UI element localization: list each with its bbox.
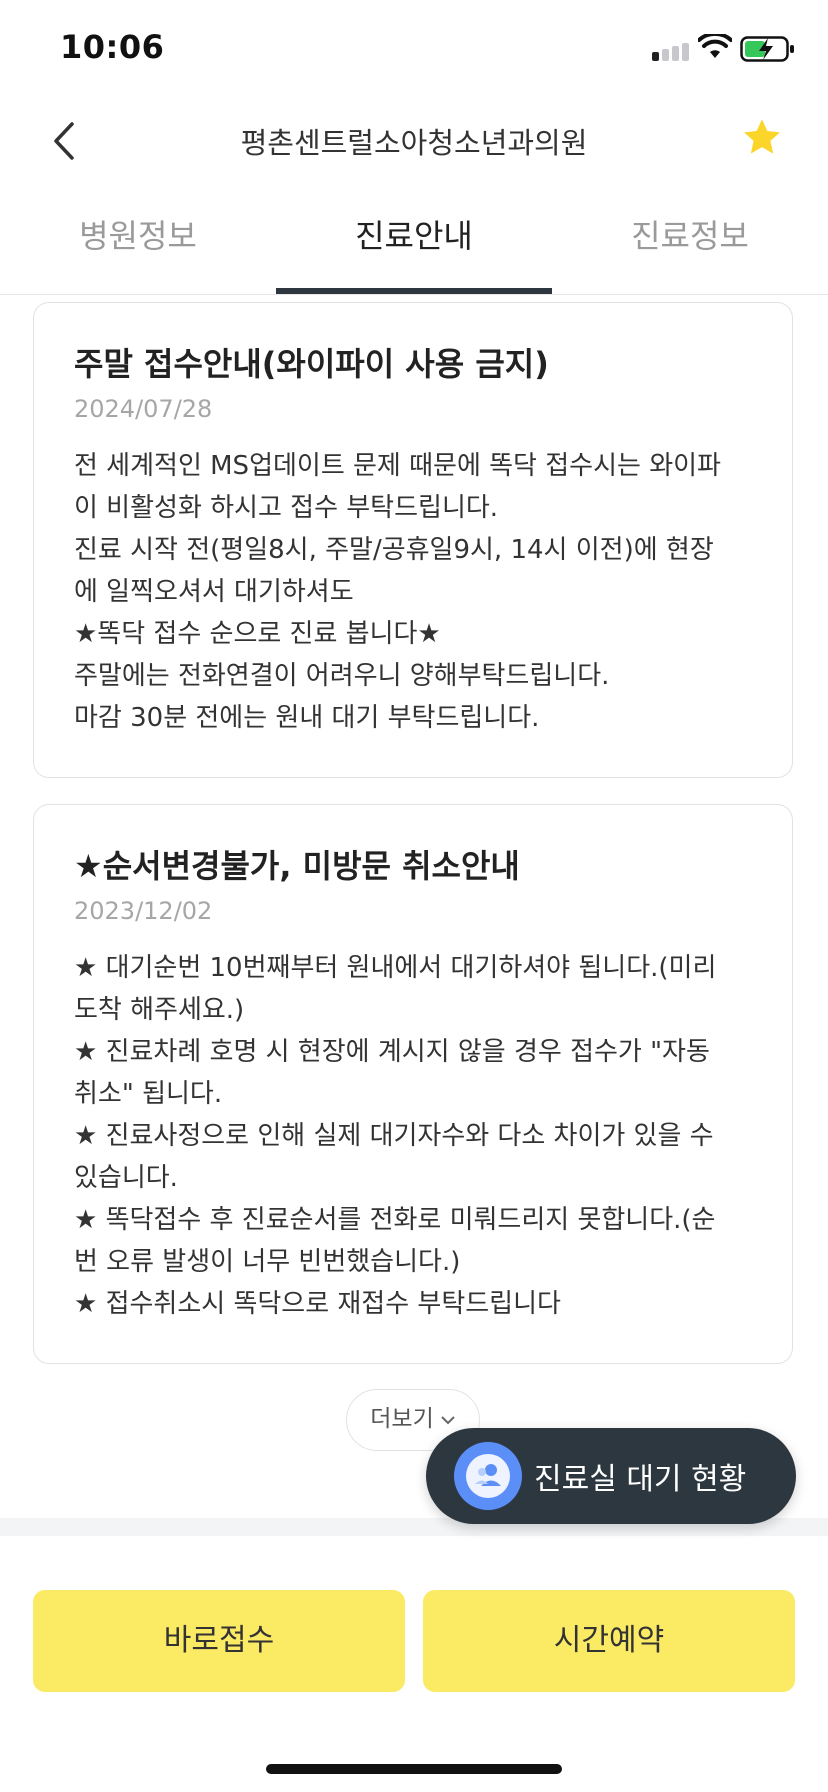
waiting-person-icon — [454, 1442, 522, 1510]
notice-body: 전 세계적인 MS업데이트 문제 때문에 똑닥 접수시는 와이파 이 비활성화 … — [74, 445, 764, 739]
favorite-star-icon[interactable] — [740, 116, 784, 160]
cellular-signal-icon — [652, 43, 692, 61]
chevron-down-icon — [441, 1415, 455, 1424]
tab-treatment-info[interactable]: 진료정보 — [552, 196, 828, 294]
notice-date: 2024/07/28 — [74, 395, 213, 423]
tab-active-indicator — [276, 288, 552, 294]
notice-line: ★똑닥 접수 순으로 진료 봅니다★ — [74, 619, 441, 649]
wifi-icon — [698, 34, 732, 58]
notice-line: 주말에는 전화연결이 어려우니 양해부탁드립니다. — [74, 661, 610, 691]
notice-line: ★ 접수취소시 똑닥으로 재접수 부탁드립니다 — [74, 1289, 561, 1319]
quick-reception-button[interactable]: 바로접수 — [33, 1590, 405, 1692]
notice-line: 있습니다. — [74, 1163, 178, 1193]
notice-card: 주말 접수안내(와이파이 사용 금지) 2024/07/28 전 세계적인 MS… — [33, 302, 793, 778]
app-header: 평촌센트럴소아청소년과의원 — [0, 96, 828, 186]
notice-date: 2023/12/02 — [74, 897, 213, 925]
notice-line: 전 세계적인 MS업데이트 문제 때문에 똑닥 접수시는 와이파 — [74, 451, 721, 481]
tab-hospital-info[interactable]: 병원정보 — [0, 196, 276, 294]
tab-treatment-guide[interactable]: 진료안내 — [276, 196, 552, 294]
status-time: 10:06 — [60, 28, 165, 66]
waiting-status-button[interactable]: 진료실 대기 현황 — [426, 1428, 796, 1524]
notice-line: 진료 시작 전(평일8시, 주말/공휴일9시, 14시 이전)에 현장 — [74, 535, 714, 565]
notice-line: ★ 진료차례 호명 시 현장에 계시지 않을 경우 접수가 "자동 — [74, 1037, 710, 1067]
notice-line: 이 비활성화 하시고 접수 부탁드립니다. — [74, 493, 499, 523]
time-reservation-button[interactable]: 시간예약 — [423, 1590, 795, 1692]
notice-line: 취소" 됩니다. — [74, 1079, 223, 1109]
notice-title: 주말 접수안내(와이파이 사용 금지) — [74, 345, 549, 383]
more-button-label: 더보기 — [370, 1406, 434, 1432]
waiting-status-label: 진료실 대기 현황 — [534, 1462, 747, 1497]
notice-line: ★ 진료사정으로 인해 실제 대기자수와 다소 차이가 있을 수 — [74, 1121, 714, 1151]
notice-line: 마감 30분 전에는 원내 대기 부탁드립니다. — [74, 703, 540, 733]
notice-line: 에 일찍오셔서 대기하셔도 — [74, 577, 354, 607]
notice-line: ★ 똑닥접수 후 진료순서를 전화로 미뤄드리지 못합니다.(순 — [74, 1205, 716, 1235]
notice-line: 번 오류 발생이 너무 빈번했습니다.) — [74, 1247, 461, 1277]
tab-bar: 병원정보 진료안내 진료정보 — [0, 196, 828, 295]
battery-charging-icon — [740, 36, 794, 62]
page-title: 평촌센트럴소아청소년과의원 — [240, 126, 588, 160]
notice-card: ★순서변경불가, 미방문 취소안내 2023/12/02 ★ 대기순번 10번째… — [33, 804, 793, 1364]
status-bar: 10:06 — [0, 0, 828, 96]
notice-title: ★순서변경불가, 미방문 취소안내 — [74, 847, 520, 885]
notice-body: ★ 대기순번 10번째부터 원내에서 대기하셔야 됩니다.(미리 도착 해주세요… — [74, 947, 764, 1325]
back-arrow-icon[interactable] — [46, 116, 86, 166]
notice-line: ★ 대기순번 10번째부터 원내에서 대기하셔야 됩니다.(미리 — [74, 953, 717, 983]
home-indicator — [266, 1764, 562, 1774]
notice-line: 도착 해주세요.) — [74, 995, 245, 1025]
